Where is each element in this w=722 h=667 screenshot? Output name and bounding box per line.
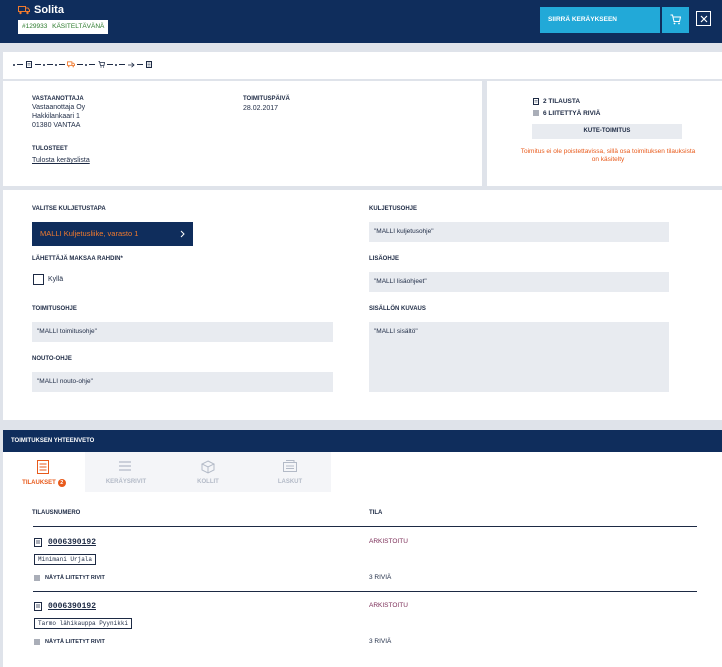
steps-track xyxy=(13,60,153,69)
recipient-label: VASTAANOTTAJA xyxy=(32,96,84,102)
list-icon xyxy=(119,461,131,471)
delivery-instr-field[interactable]: "MALLI toimitusohje" xyxy=(32,322,333,342)
cart-icon xyxy=(670,14,681,25)
warning-text: Toimitus ei ole poistettavissa, sillä os… xyxy=(520,148,696,163)
sender-pays-option: Kyllä xyxy=(48,276,64,283)
content-field[interactable]: "MALLI sisältö" xyxy=(369,322,669,392)
order-status: ARKISTOITU xyxy=(369,538,408,545)
chevron-right-icon xyxy=(180,230,185,238)
tab-orders-label: TILAUKSET 2 xyxy=(3,479,85,487)
pickup-label: NOUTO-OHJE xyxy=(32,356,72,362)
recipient-name: Vastaanottaja Oy xyxy=(32,104,86,111)
tab-packages[interactable]: KOLLIT xyxy=(167,452,249,492)
carrier-label: VALITSE KULJETUSTAPA xyxy=(32,206,106,212)
sender-pays-label: LÄHETTÄJÄ MAKSAA RAHDIN* xyxy=(32,256,123,262)
tab-invoices-label: LASKUT xyxy=(277,479,303,485)
delivery-form: VALITSE KULJETUSTAPA MALLI Kuljetusliike… xyxy=(3,190,722,420)
tab-picking-rows[interactable]: KERÄYSRIVIT xyxy=(85,452,167,492)
orders-count: 2 TILAUSTA xyxy=(543,98,581,105)
customer-tag: Tarmo lähikauppa Pyynikki xyxy=(34,618,133,629)
status-text: KÄSITELTÄVÄNÄ xyxy=(52,23,105,30)
delivery-date-value: 28.02.2017 xyxy=(243,105,279,112)
sender-pays-checkbox[interactable] xyxy=(33,274,44,285)
extra-field[interactable]: "MALLI lisäohjeet" xyxy=(369,272,669,292)
cart-button[interactable] xyxy=(662,7,689,33)
recipient-street: Hakkilankaari 1 xyxy=(32,113,80,120)
carrier-value: MALLI Kuljetusliike, varasto 1 xyxy=(40,229,139,238)
delivery-info: VASTAANOTTAJA Vastaanottaja Oy Hakkilank… xyxy=(3,81,482,186)
move-to-picking-button[interactable]: SIIRRÄ KERÄYKSEEN xyxy=(540,7,660,33)
order-number-link[interactable]: 0006390192 xyxy=(48,602,96,611)
row-count: 3 RIVIÄ xyxy=(369,574,392,581)
tab-packages-label: KOLLIT xyxy=(197,479,219,485)
print-picking-list-link[interactable]: Tulosta keräyslista xyxy=(32,157,90,165)
summary-tabs: TILAUKSET 2 KERÄYSRIVIT KOLLIT LASKUT xyxy=(3,452,722,492)
col-order-number: TILAUSNUMERO xyxy=(32,510,81,516)
close-button[interactable] xyxy=(696,11,711,26)
document-icon xyxy=(34,538,42,547)
invoice-icon xyxy=(283,460,297,472)
top-bar: Solita #129933 KÄSITELTÄVÄNÄ SIIRRÄ KERÄ… xyxy=(0,0,722,43)
transport-field[interactable]: "MALLI kuljetusohje" xyxy=(369,222,669,242)
close-icon xyxy=(700,15,708,23)
customer-tag: Minimani Urjala xyxy=(34,554,97,565)
divider xyxy=(33,526,697,527)
tab-invoices[interactable]: LASKUT xyxy=(249,452,331,492)
document-icon xyxy=(533,98,539,105)
kute-delivery-button[interactable]: KUTE-TOIMITUS xyxy=(532,124,682,139)
show-rows-link[interactable]: NÄYTÄ LIITETYT RIVIT xyxy=(45,639,105,645)
delivery-instr-label: TOIMITUSOHJE xyxy=(32,306,77,312)
order-status: ARKISTOITU xyxy=(369,602,408,609)
document-icon xyxy=(25,60,33,69)
tab-picking-rows-label: KERÄYSRIVIT xyxy=(105,479,147,485)
delivery-date-label: TOIMITUSPÄIVÄ xyxy=(243,96,290,102)
cart-icon xyxy=(97,60,105,69)
content-label: SISÄLLÖN KUVAUS xyxy=(369,306,426,312)
truck-icon xyxy=(67,60,75,69)
divider xyxy=(33,591,697,592)
tab-orders[interactable]: TILAUKSET 2 xyxy=(3,452,85,492)
prints-label: TULOSTEET xyxy=(32,146,68,152)
order-number-link[interactable]: 0006390192 xyxy=(48,538,96,547)
orders-badge: 2 xyxy=(57,479,66,487)
pickup-field[interactable]: "MALLI nouto-ohje" xyxy=(32,372,333,392)
progress-steps xyxy=(3,52,722,79)
document-icon xyxy=(34,602,42,611)
orders-icon xyxy=(37,460,49,474)
show-rows-link[interactable]: NÄYTÄ LIITETYT RIVIT xyxy=(45,575,105,581)
carrier-select[interactable]: MALLI Kuljetusliike, varasto 1 xyxy=(32,222,193,246)
truck-icon xyxy=(18,6,30,15)
app-title: Solita xyxy=(34,4,64,16)
list-icon xyxy=(34,639,40,645)
status-badge: #129933 KÄSITELTÄVÄNÄ xyxy=(18,20,109,34)
box-icon xyxy=(201,460,215,474)
row-count: 3 RIVIÄ xyxy=(369,638,392,645)
list-icon xyxy=(34,575,40,581)
extra-label: LISÄOHJE xyxy=(369,256,400,262)
arrow-right-icon xyxy=(127,60,135,69)
rows-count: 6 LIITETTYÄ RIVIÄ xyxy=(543,110,601,117)
list-icon xyxy=(533,110,539,116)
summary-panel: TILAUKSET 2 KERÄYSRIVIT KOLLIT LASKUT TIL… xyxy=(3,452,722,667)
invoice-icon xyxy=(145,60,153,69)
transport-label: KULJETUSOHJE xyxy=(369,206,418,212)
summary-title: TOIMITUKSEN YHTEENVETO xyxy=(3,430,722,452)
recipient-city: 01380 VANTAA xyxy=(32,122,81,129)
col-status: TILA xyxy=(369,510,383,516)
order-summary-box: 2 TILAUSTA 6 LIITETTYÄ RIVIÄ KUTE-TOIMIT… xyxy=(487,81,722,186)
order-ref: #129933 xyxy=(22,23,48,30)
